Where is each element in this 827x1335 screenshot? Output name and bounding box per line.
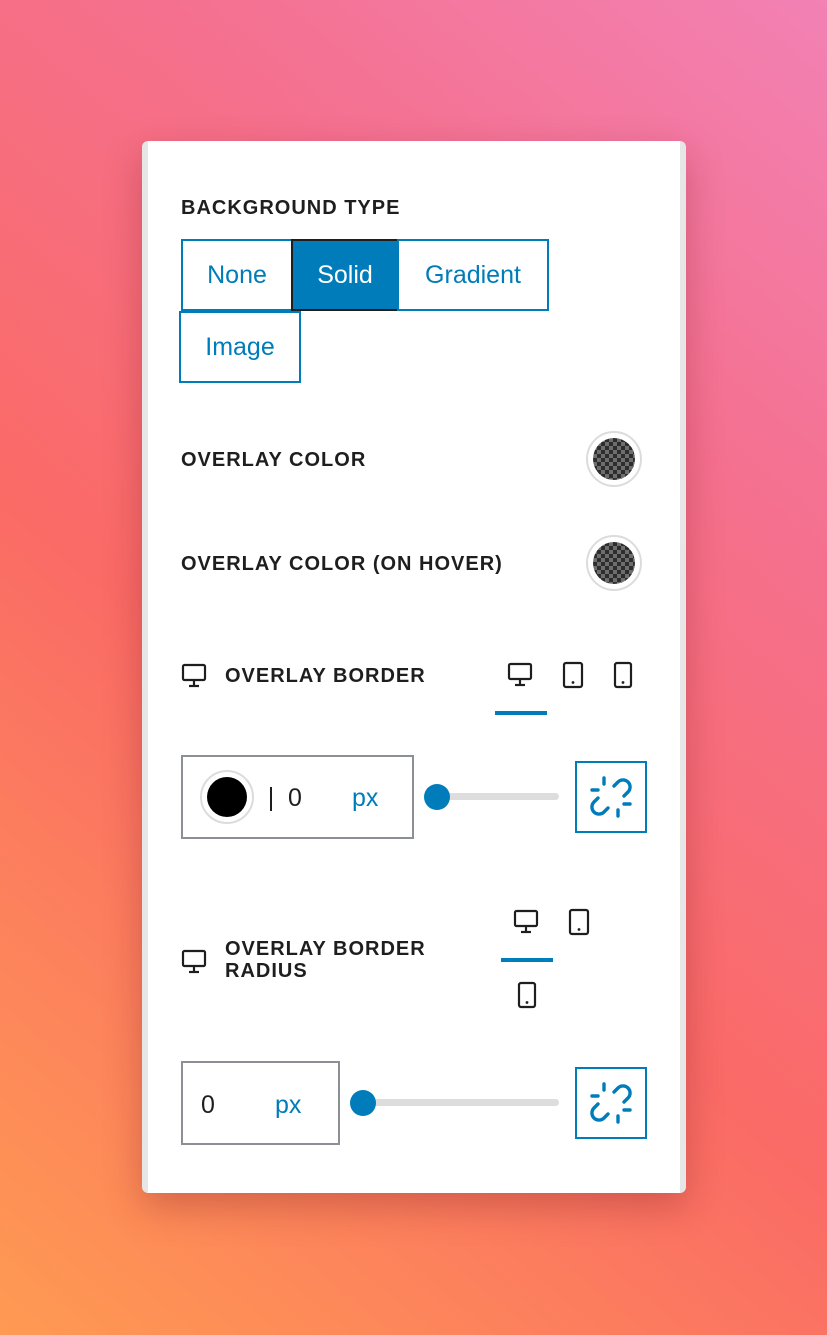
active-device-indicator — [501, 958, 553, 962]
tablet-device-tab-icon[interactable] — [568, 908, 590, 936]
mobile-device-tab-icon[interactable] — [517, 981, 537, 1009]
background-type-gradient-button[interactable]: Gradient — [397, 239, 549, 311]
border-radius-slider-track[interactable] — [357, 1099, 559, 1106]
border-color-swatch[interactable] — [200, 770, 254, 824]
overlay-color-label: OVERLAY COLOR — [181, 449, 367, 471]
border-width-slider-track[interactable] — [431, 793, 559, 800]
desktop-device-tab-icon[interactable] — [513, 909, 541, 935]
border-unit-select[interactable]: px — [352, 784, 378, 813]
divider — [270, 787, 272, 811]
unlink-sides-button[interactable] — [575, 761, 647, 833]
overlay-border-label: OVERLAY BORDER — [225, 665, 426, 687]
desktop-device-tab-icon[interactable] — [507, 662, 535, 688]
overlay-color-hover-swatch[interactable] — [586, 535, 642, 591]
active-device-indicator — [495, 711, 547, 715]
desktop-icon — [181, 663, 207, 688]
overlay-color-hover-label: OVERLAY COLOR (ON HOVER) — [181, 553, 503, 575]
mobile-device-tab-icon[interactable] — [613, 661, 633, 689]
desktop-icon — [181, 949, 207, 974]
unlink-icon — [590, 776, 632, 818]
tablet-device-tab-icon[interactable] — [562, 661, 584, 689]
unlink-corners-button[interactable] — [575, 1067, 647, 1139]
background-type-solid-button[interactable]: Solid — [291, 239, 399, 311]
overlay-border-radius-label: OVERLAY BORDER RADIUS — [225, 938, 426, 982]
border-width-slider-thumb[interactable] — [424, 784, 450, 810]
background-type-none-button[interactable]: None — [181, 239, 293, 311]
transparent-checker-icon — [593, 542, 635, 584]
transparent-checker-icon — [593, 438, 635, 480]
overlay-color-swatch[interactable] — [586, 431, 642, 487]
border-radius-slider-thumb[interactable] — [350, 1090, 376, 1116]
border-radius-input[interactable]: 0 — [201, 1091, 215, 1120]
border-radius-unit-select[interactable]: px — [275, 1091, 301, 1120]
settings-panel: BACKGROUND TYPE None Solid Gradient Imag… — [142, 141, 686, 1193]
overlay-border-radius-field: 0 px — [181, 1061, 340, 1145]
border-width-input[interactable]: 0 — [288, 784, 302, 813]
overlay-border-field: 0 px — [181, 755, 414, 839]
border-color-dot — [207, 777, 247, 817]
background-type-label: BACKGROUND TYPE — [181, 197, 401, 219]
background-type-image-button[interactable]: Image — [179, 311, 301, 383]
unlink-icon — [590, 1082, 632, 1124]
